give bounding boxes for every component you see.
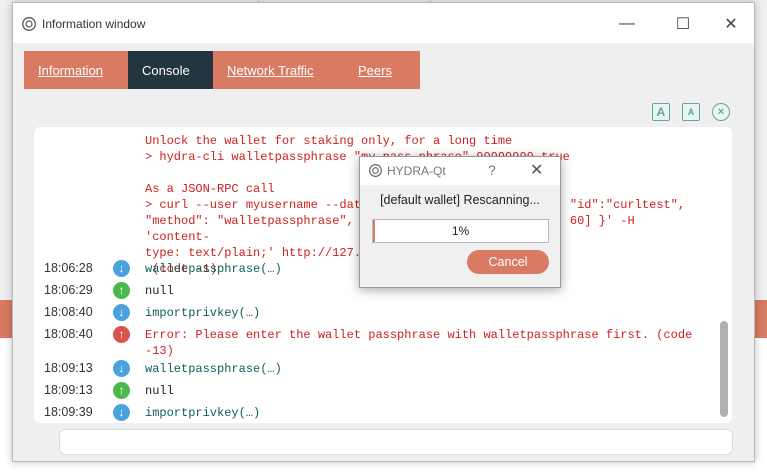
console-row: 18:08:40 ↓ importprivkey(…) [34,303,724,323]
command-text: importprivkey(…) [145,406,261,420]
tab-bar: Information Console Network Traffic Peer… [24,51,420,89]
timestamp: 18:09:39 [44,405,93,419]
command-text: importprivkey(…) [145,306,261,320]
timestamp: 18:09:13 [44,383,93,397]
command-text: walletpassphrase(…) [145,362,282,376]
progress-text: 1% [451,224,470,238]
console-row: 18:09:13 ↑ null [34,381,724,401]
timestamp: 18:08:40 [44,305,93,319]
reply-text: null [145,384,174,398]
error-text: Error: Please enter the wallet passphras… [145,328,693,358]
tab-console[interactable]: Console [128,51,213,89]
command-arrow-icon: ↓ [113,304,130,321]
dialog-title: HYDRA-Qt [387,164,446,178]
minimize-button[interactable]: — [607,11,647,37]
hydra-app-icon [369,164,382,177]
tab-peers[interactable]: Peers [344,51,420,89]
console-scrollbar[interactable] [720,321,728,417]
dialog-close-button[interactable]: ✕ [530,160,543,180]
timestamp: 18:08:40 [44,327,93,341]
dialog-title-bar[interactable]: HYDRA-Qt ? ✕ [360,157,560,185]
console-toolbar: A A × [652,103,730,121]
cancel-button[interactable]: Cancel [467,250,549,274]
command-arrow-icon: ↓ [113,360,130,377]
title-bar[interactable]: Information window — ☐ ✕ [13,3,754,43]
reply-arrow-icon: ↑ [113,282,130,299]
console-row: 18:09:39 ↓ importprivkey(…) [34,403,724,423]
timestamp: 18:06:29 [44,283,93,297]
timestamp: 18:09:13 [44,361,93,375]
font-bigger-icon[interactable]: A [652,103,670,121]
console-row: 18:08:40 ↑ Error: Please enter the walle… [34,325,724,363]
clear-console-icon[interactable]: × [712,103,730,121]
rescan-progress-bar: 1% [372,219,549,243]
console-command-input[interactable] [59,429,733,455]
error-arrow-icon: ↑ [113,326,130,343]
help-button[interactable]: ? [488,162,496,178]
command-arrow-icon: ↓ [113,404,130,421]
font-smaller-icon[interactable]: A [682,103,700,121]
rescan-dialog: HYDRA-Qt ? ✕ [default wallet] Rescanning… [359,156,561,288]
rescan-message: [default wallet] Rescanning... [380,193,540,207]
reply-arrow-icon: ↑ [113,382,130,399]
tab-network-traffic[interactable]: Network Traffic [213,51,344,89]
maximize-button[interactable]: ☐ [663,11,703,37]
console-row: 18:09:13 ↓ walletpassphrase(…) [34,359,724,379]
close-button[interactable]: ✕ [711,11,751,37]
command-arrow-icon: ↓ [113,260,130,277]
hydra-app-icon [22,17,36,31]
tab-information[interactable]: Information [24,51,128,89]
timestamp: 18:06:28 [44,261,93,275]
window-title: Information window [42,17,146,31]
